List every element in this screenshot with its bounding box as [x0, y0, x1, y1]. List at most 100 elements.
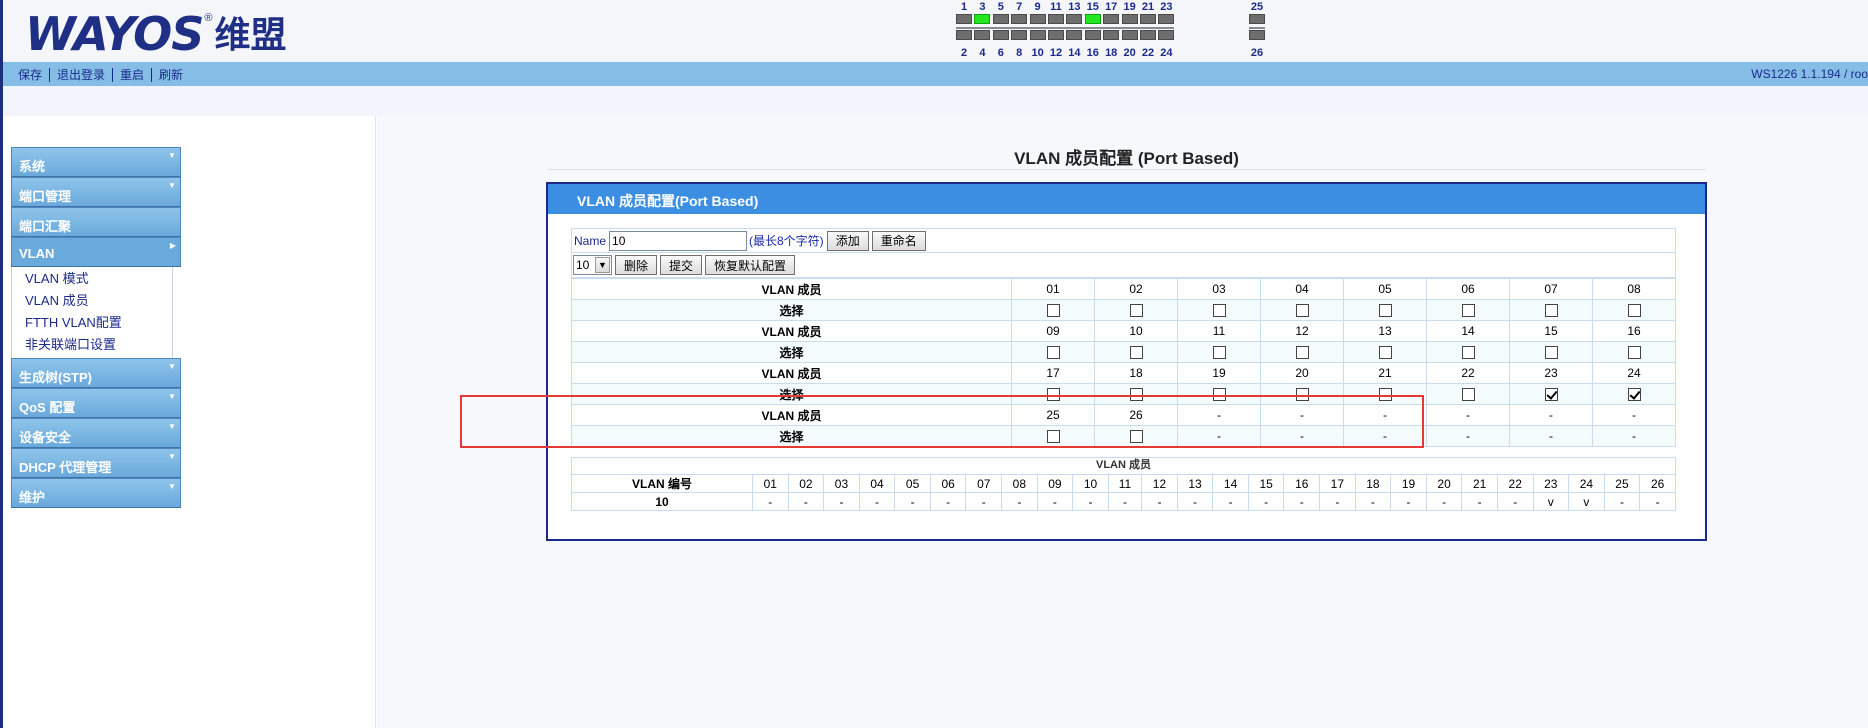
port-select-cell [1011, 425, 1095, 447]
sidebar-item-stp[interactable]: 生成树(STP) ▼ [11, 358, 181, 388]
port-checkbox[interactable] [1295, 304, 1309, 318]
port-led [1011, 14, 1028, 24]
reboot-link[interactable]: 重启 [120, 66, 144, 83]
sidebar-item-port-management[interactable]: 端口管理 ▼ [11, 177, 181, 207]
delete-button[interactable]: 删除 [615, 255, 658, 275]
chevron-down-icon: ▼ [595, 257, 610, 273]
port-select-cell [1343, 383, 1427, 405]
member-row-label: VLAN 成员 [571, 320, 1012, 342]
port-checkbox[interactable] [1627, 304, 1641, 318]
vlan-member-form: Name (最长8个字符) 添加 重命名 10 ▼ 删除 提交 恢复默认配置 V… [571, 228, 1676, 447]
port-led [1029, 14, 1046, 24]
port-checkbox[interactable] [1378, 388, 1392, 402]
add-button[interactable]: 添加 [826, 230, 869, 251]
port-number-cell: 07 [1509, 278, 1593, 300]
port-checkbox[interactable] [1046, 388, 1060, 402]
summary-member-cell: - [823, 492, 860, 511]
port-select-cell [1343, 299, 1427, 321]
summary-member-cell: - [787, 492, 825, 511]
sidebar-item-security[interactable]: 设备安全 ▼ [11, 418, 181, 448]
sidebar-item-qos[interactable]: QoS 配置 ▼ [11, 388, 181, 418]
sidebar-item-vlan[interactable]: VLAN ▶ [11, 237, 181, 267]
name-label: Name [574, 233, 607, 248]
port-checkbox[interactable] [1627, 346, 1641, 360]
submenu-item-vlan-mode[interactable]: VLAN 模式 [12, 268, 172, 290]
summary-port-header: 04 [858, 474, 896, 493]
port-checkbox[interactable] [1544, 346, 1558, 360]
submenu-item-ftth-vlan[interactable]: FTTH VLAN配置 [12, 312, 172, 334]
port-checkbox[interactable] [1378, 304, 1392, 318]
vlan-id-select[interactable]: 10 ▼ [573, 255, 612, 275]
port-number: 23 [1160, 1, 1173, 13]
logout-link[interactable]: 退出登录 [57, 66, 105, 83]
port-select-cell [1094, 299, 1178, 321]
port-checkbox[interactable] [1378, 346, 1392, 360]
port-checkbox[interactable] [1212, 304, 1226, 318]
port-checkbox[interactable] [1129, 388, 1143, 402]
port-checkbox[interactable] [1461, 346, 1475, 360]
port-checkbox[interactable] [1544, 304, 1558, 318]
port-number-cell: 23 [1509, 362, 1593, 384]
port-checkbox[interactable] [1129, 430, 1143, 444]
member-select-row: 选择 [571, 383, 1676, 405]
select-row-label: 选择 [571, 425, 1012, 447]
uplink-port-number: 25 [1250, 1, 1264, 13]
port-checkbox[interactable] [1627, 388, 1641, 402]
port-number-cell: 24 [1592, 362, 1676, 384]
port-select-cell [1592, 383, 1676, 405]
port-number: 2 [960, 47, 968, 59]
summary-member-cell: - [1283, 492, 1321, 511]
port-number-cell: - [1592, 404, 1676, 426]
select-row-label: 选择 [571, 341, 1012, 363]
port-number-cell: 26 [1094, 404, 1178, 426]
port-checkbox[interactable] [1046, 346, 1060, 360]
port-number: 4 [979, 47, 986, 59]
summary-port-header: 22 [1496, 474, 1534, 493]
sub-header-bar [0, 86, 1868, 116]
sidebar-item-maintenance[interactable]: 维护 ▼ [11, 478, 181, 508]
sidebar-item-label: QoS 配置 [19, 400, 76, 415]
summary-port-header: 18 [1354, 474, 1392, 493]
port-select-cell [1011, 299, 1095, 321]
port-checkbox[interactable] [1544, 388, 1558, 402]
port-checkbox[interactable] [1212, 346, 1226, 360]
sidebar-item-system[interactable]: 系统 ▼ [11, 147, 181, 177]
port-number: 21 [1141, 1, 1155, 13]
summary-member-cell: - [1212, 492, 1249, 511]
menu-separator [112, 67, 114, 82]
summary-port-header: 05 [894, 474, 931, 493]
port-select-cell: - [1592, 425, 1676, 447]
submit-button[interactable]: 提交 [660, 255, 703, 275]
port-checkbox[interactable] [1295, 346, 1309, 360]
port-checkbox[interactable] [1461, 388, 1475, 402]
port-number: 19 [1123, 1, 1136, 13]
refresh-link[interactable]: 刷新 [159, 66, 183, 83]
port-select-cell [1094, 425, 1178, 447]
port-led [1140, 14, 1156, 24]
uplink-divider [1249, 27, 1265, 29]
submenu-item-vlan-member[interactable]: VLAN 成员 [12, 290, 172, 312]
port-checkbox[interactable] [1129, 304, 1143, 318]
submenu-item-unassociated-port[interactable]: 非关联端口设置 [12, 334, 172, 356]
port-checkbox[interactable] [1295, 388, 1309, 402]
port-led [956, 14, 972, 24]
port-led [1121, 30, 1138, 40]
restore-default-button[interactable]: 恢复默认配置 [705, 255, 796, 275]
chevron-down-icon: ▼ [168, 392, 176, 401]
chevron-down-icon: ▼ [168, 362, 176, 371]
port-checkbox[interactable] [1212, 388, 1226, 402]
port-select-cell: - [1426, 425, 1510, 447]
port-number-cell: 03 [1177, 278, 1261, 300]
sidebar-item-port-aggregation[interactable]: 端口汇聚 [11, 207, 181, 237]
port-number-cell: 20 [1260, 362, 1344, 384]
summary-table: VLAN 编号 01 02 03 04 05 06 07 08 09 10 11 12 13 14 15 16 1… [571, 474, 1676, 511]
sidebar-item-dhcp-proxy[interactable]: DHCP 代理管理 ▼ [11, 448, 181, 478]
port-checkbox[interactable] [1046, 430, 1060, 444]
port-checkbox[interactable] [1461, 304, 1475, 318]
rename-button[interactable]: 重命名 [871, 230, 926, 251]
vlan-name-input[interactable] [609, 230, 748, 251]
port-checkbox[interactable] [1046, 304, 1060, 318]
summary-port-header: 26 [1639, 474, 1676, 493]
save-link[interactable]: 保存 [18, 66, 42, 83]
port-checkbox[interactable] [1129, 346, 1143, 360]
